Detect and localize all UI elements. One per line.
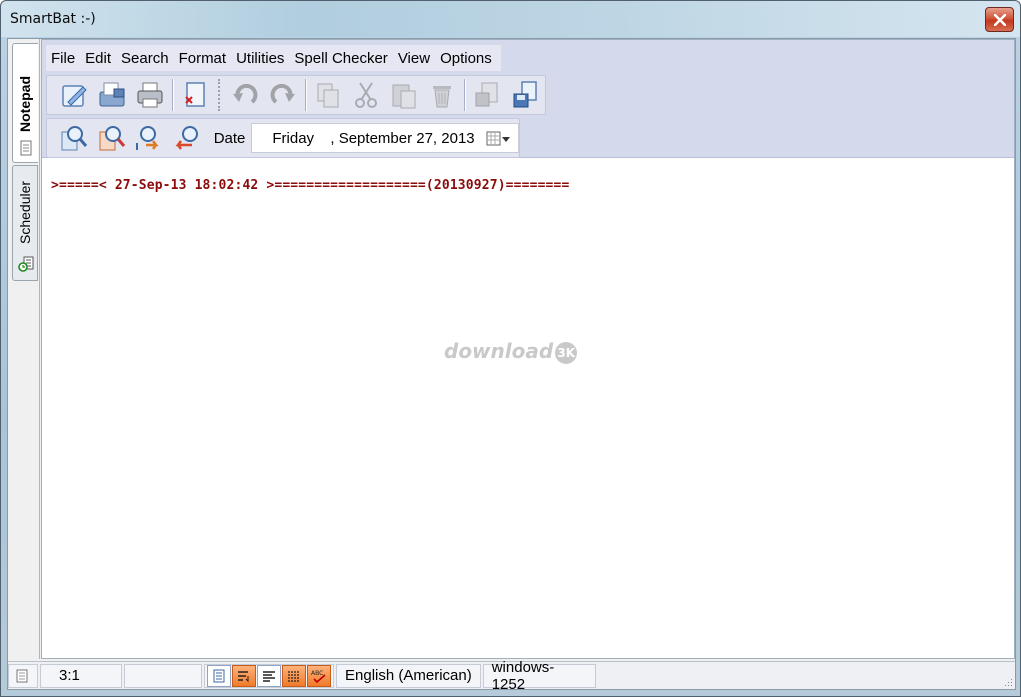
print-icon	[137, 82, 163, 108]
encoding-indicator: windows-1252	[482, 659, 596, 693]
menu-spell-checker[interactable]: Spell Checker	[289, 50, 392, 67]
tab-notepad[interactable]: Notepad	[12, 43, 38, 163]
editor-line: >=====< 27-Sep-13 18:02:42 >============…	[51, 178, 570, 193]
close-button[interactable]	[985, 7, 1014, 32]
replace-icon	[136, 126, 159, 150]
find-icon	[61, 126, 87, 151]
toolbar-separator	[172, 79, 173, 111]
cut-icon	[355, 82, 377, 108]
date-picker[interactable]: Friday , September 27, 2013	[251, 123, 520, 153]
align-button[interactable]	[257, 664, 281, 687]
text-editor[interactable]: >=====< 27-Sep-13 18:02:42 >============…	[42, 159, 1014, 658]
tab-notepad-label: Notepad	[17, 76, 33, 132]
save-icon	[475, 82, 498, 107]
redo-button[interactable]	[264, 77, 302, 113]
menu-edit[interactable]: Edit	[80, 50, 116, 67]
spell-check-icon: ABC	[311, 670, 326, 683]
search-toolbar: Date Friday , September 27, 2013	[46, 118, 520, 158]
paste-button[interactable]	[385, 77, 423, 113]
find-button[interactable]	[55, 120, 93, 156]
menu-utilities[interactable]: Utilities	[231, 50, 289, 67]
spell-check-button[interactable]: ABC	[307, 664, 331, 687]
menu-bar: File Edit Search Format Utilities Spell …	[46, 45, 501, 71]
toolbar-separator	[305, 79, 306, 111]
edit-button[interactable]	[55, 77, 93, 113]
client-area: Notepad Scheduler File Edit Search Forma…	[7, 38, 1016, 693]
print-button[interactable]	[131, 77, 169, 113]
title-bar: SmartBat :-)	[1, 1, 1020, 37]
date-day[interactable]: Friday	[272, 130, 330, 147]
main-toolbar	[46, 75, 546, 115]
calendar-dropdown-icon	[486, 131, 511, 146]
copy-icon	[317, 83, 339, 108]
toolbar-separator	[464, 79, 465, 111]
svg-text:ABC: ABC	[311, 670, 323, 677]
date-label: Date	[213, 129, 246, 147]
redo-icon	[270, 83, 295, 104]
scheduler-clock-icon	[18, 256, 34, 272]
cut-button[interactable]	[347, 77, 385, 113]
save-as-icon	[513, 81, 537, 108]
undo-icon	[233, 83, 258, 104]
paste-icon	[392, 84, 416, 109]
toolbar-area: File Edit Search Format Utilities Spell …	[42, 40, 1014, 158]
show-symbols-icon	[288, 670, 300, 682]
cursor-position: 3:1	[40, 663, 122, 688]
menu-file[interactable]: File	[46, 50, 80, 67]
edit-pen-icon	[62, 85, 87, 107]
show-symbols-button[interactable]	[282, 664, 306, 687]
menu-search[interactable]: Search	[116, 50, 174, 67]
watermark-badge: 3K	[555, 342, 578, 364]
view-mode-buttons: ABC	[204, 663, 334, 688]
undo-button[interactable]	[226, 77, 264, 113]
tab-scheduler[interactable]: Scheduler	[12, 165, 38, 281]
close-icon	[994, 14, 1006, 26]
normal-view-button[interactable]	[207, 664, 231, 687]
date-dropdown-button[interactable]	[486, 130, 512, 148]
close-document-button[interactable]	[176, 77, 214, 113]
status-bar: 3:1 ABC English (American) windows-1252	[8, 659, 1015, 693]
menu-view[interactable]: View	[393, 50, 435, 67]
align-text-icon	[263, 670, 275, 682]
open-folder-icon	[99, 82, 125, 107]
goto-button[interactable]	[168, 120, 206, 156]
open-button[interactable]	[93, 77, 131, 113]
page-view-icon	[213, 669, 225, 682]
tab-scheduler-label: Scheduler	[17, 180, 33, 244]
notepad-page-icon	[20, 140, 32, 156]
save-as-button[interactable]	[506, 77, 544, 113]
word-wrap-button[interactable]	[232, 664, 256, 687]
delete-button[interactable]	[423, 77, 461, 113]
app-window: SmartBat :-) Notepad Scheduler File Edit…	[0, 0, 1021, 697]
status-doc-cell	[8, 663, 38, 688]
date-text[interactable]: , September 27, 2013	[330, 130, 474, 147]
replace-button[interactable]	[130, 120, 168, 156]
watermark-text: download	[444, 339, 554, 363]
watermark-logo: download 3K	[444, 339, 578, 364]
save-button[interactable]	[468, 77, 506, 113]
word-wrap-icon	[238, 670, 249, 682]
language-indicator: English (American)	[336, 663, 481, 688]
side-tab-strip: Notepad Scheduler	[8, 39, 40, 659]
editor-panel: File Edit Search Format Utilities Spell …	[41, 39, 1015, 659]
find-next-icon	[99, 126, 125, 151]
close-doc-icon	[185, 82, 205, 107]
goto-icon	[175, 126, 198, 150]
menu-format[interactable]: Format	[174, 50, 232, 67]
window-title: SmartBat :-)	[10, 11, 96, 27]
find-next-button[interactable]	[93, 120, 131, 156]
status-blank-cell	[124, 663, 202, 688]
toolbar-grip[interactable]	[218, 79, 221, 111]
copy-button[interactable]	[309, 77, 347, 113]
resize-grip-icon[interactable]	[1001, 675, 1013, 687]
menu-options[interactable]: Options	[435, 50, 497, 67]
document-icon	[16, 669, 28, 682]
delete-icon	[433, 86, 451, 108]
